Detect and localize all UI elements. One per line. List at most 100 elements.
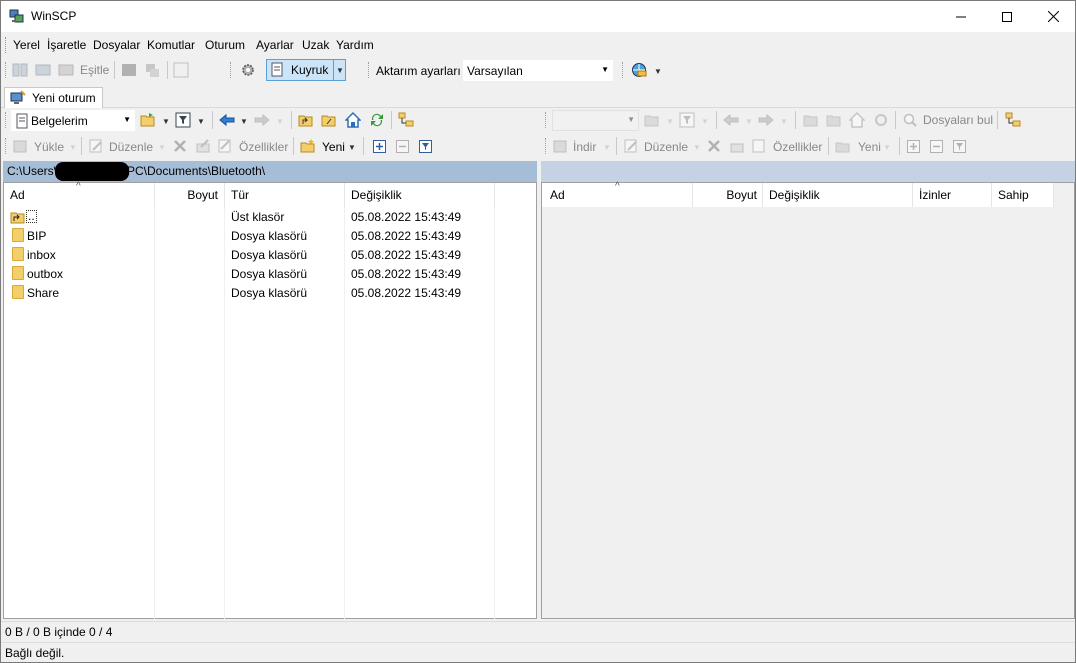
refresh-icon[interactable] [369,112,385,128]
chevron-down-icon[interactable]: ▼ [240,117,248,126]
compare-directories-icon[interactable] [12,62,28,78]
forward-arrow-icon[interactable] [758,112,774,128]
column-changed[interactable]: Değişiklik [763,183,913,207]
chevron-down-icon[interactable]: ▼ [158,143,166,152]
synchronize-icon[interactable] [58,62,74,78]
left-path-bar[interactable]: C:\Users\ PC\Documents\Bluetooth\ [3,161,537,182]
open-folder-icon[interactable] [140,112,156,128]
chevron-down-icon[interactable]: ▼ [883,143,891,152]
chevron-down-icon[interactable]: ▼ [197,117,205,126]
download-button[interactable]: İndir [573,140,596,154]
chevron-down-icon[interactable]: ▼ [745,117,753,126]
table-row[interactable]: inbox Dosya klasörü 05.08.2022 15:43:49 [4,245,536,264]
tab-new-session[interactable]: Yeni oturum [4,87,103,108]
left-location-select[interactable]: Belgelerim ▼ [11,110,135,131]
upload-icon[interactable] [12,138,28,154]
home-icon[interactable] [345,112,361,128]
table-row[interactable]: Share Dosya klasörü 05.08.2022 15:43:49 [4,283,536,302]
close-button[interactable] [1030,1,1076,32]
upload-button[interactable]: Yükle [34,140,64,154]
filter-icon[interactable] [679,112,695,128]
column-rights[interactable]: İzinler [913,183,992,207]
select-files-plus-icon[interactable] [372,139,388,155]
new-folder-icon[interactable] [300,138,316,154]
find-files-button[interactable]: Dosyaları bul [923,113,993,127]
console-icon[interactable] [121,62,137,78]
putty-icon[interactable] [144,62,160,78]
open-folder-icon[interactable] [644,112,660,128]
new-button[interactable]: Yeni [858,140,881,154]
select-files-plus-icon[interactable] [906,139,922,155]
select-all-filter-icon[interactable] [418,139,434,155]
menu-dosyalar[interactable]: Dosyalar [93,38,140,52]
root-directory-icon[interactable] [321,112,337,128]
sync-browsing-icon[interactable] [35,62,51,78]
delete-icon[interactable] [706,138,722,154]
synchronize-button[interactable]: Eşitle [80,63,109,77]
transfer-settings-globe-icon[interactable] [631,62,647,78]
properties-icon[interactable] [217,138,233,154]
menu-yardim[interactable]: Yardım [336,38,374,52]
unselect-files-minus-icon[interactable] [395,139,411,155]
table-row[interactable]: .. Üst klasör 05.08.2022 15:43:49 [4,207,536,226]
menu-komutlar[interactable]: Komutlar [147,38,195,52]
chevron-down-icon[interactable]: ▼ [348,143,356,152]
back-arrow-icon[interactable] [219,112,235,128]
refresh-icon[interactable] [873,112,889,128]
chevron-down-icon[interactable]: ▼ [780,117,788,126]
root-directory-icon[interactable] [826,112,842,128]
chevron-down-icon[interactable]: ▼ [693,143,701,152]
column-size[interactable]: Boyut [693,183,763,207]
menu-ayarlar[interactable]: Ayarlar [256,38,294,52]
find-files-icon[interactable] [902,112,918,128]
properties-button[interactable]: Özellikler [773,140,822,154]
edit-button[interactable]: Düzenle [644,140,688,154]
right-path-bar[interactable] [541,161,1075,182]
table-row[interactable]: outbox Dosya klasörü 05.08.2022 15:43:49 [4,264,536,283]
properties-button[interactable]: Özellikler [239,140,288,154]
column-type[interactable]: Tür [225,183,345,207]
edit-icon[interactable] [88,138,104,154]
chevron-down-icon[interactable]: ▼ [701,117,709,126]
find-files-icon[interactable] [173,62,189,78]
column-owner[interactable]: Sahip [992,183,1054,207]
menu-yerel[interactable]: Yerel [13,38,40,52]
minimize-button[interactable] [938,1,984,32]
tree-view-icon[interactable] [398,112,414,128]
tree-view-icon[interactable] [1005,112,1021,128]
delete-icon[interactable] [172,138,188,154]
queue-dropdown-icon[interactable]: ▼ [336,66,344,75]
rename-icon[interactable] [729,138,745,154]
new-button[interactable]: Yeni [322,140,345,154]
forward-arrow-icon[interactable] [254,112,270,128]
menu-oturum[interactable]: Oturum [205,38,245,52]
table-row[interactable]: BIP Dosya klasörü 05.08.2022 15:43:49 [4,226,536,245]
queue-button[interactable]: Kuyruk ▼ [266,59,346,81]
back-arrow-icon[interactable] [723,112,739,128]
chevron-down-icon[interactable]: ▼ [654,67,662,76]
select-all-filter-icon[interactable] [952,139,968,155]
edit-icon[interactable] [623,138,639,154]
edit-button[interactable]: Düzenle [109,140,153,154]
filter-icon[interactable] [175,112,191,128]
menu-isaretle[interactable]: İşaretle [47,38,86,52]
transfer-settings-select[interactable]: Varsayılan ▼ [463,60,613,81]
parent-directory-icon[interactable] [803,112,819,128]
chevron-down-icon[interactable]: ▼ [69,143,77,152]
home-icon[interactable] [849,112,865,128]
chevron-down-icon[interactable]: ▼ [666,117,674,126]
preferences-gear-icon[interactable] [240,62,256,78]
left-file-list[interactable]: Ad ^ Boyut Tür Değişiklik .. Üst klasör … [3,181,537,619]
column-size[interactable]: Boyut [155,183,225,207]
parent-directory-icon[interactable] [298,112,314,128]
right-location-select[interactable]: ▼ [552,110,639,131]
chevron-down-icon[interactable]: ▼ [603,143,611,152]
maximize-button[interactable] [984,1,1030,32]
unselect-files-minus-icon[interactable] [929,139,945,155]
rename-icon[interactable] [195,138,211,154]
right-file-list[interactable]: Ad ^ Boyut Değişiklik İzinler Sahip [541,181,1075,619]
column-changed[interactable]: Değişiklik [345,183,495,207]
chevron-down-icon[interactable]: ▼ [276,117,284,126]
menu-uzak[interactable]: Uzak [302,38,329,52]
download-icon[interactable] [552,138,568,154]
